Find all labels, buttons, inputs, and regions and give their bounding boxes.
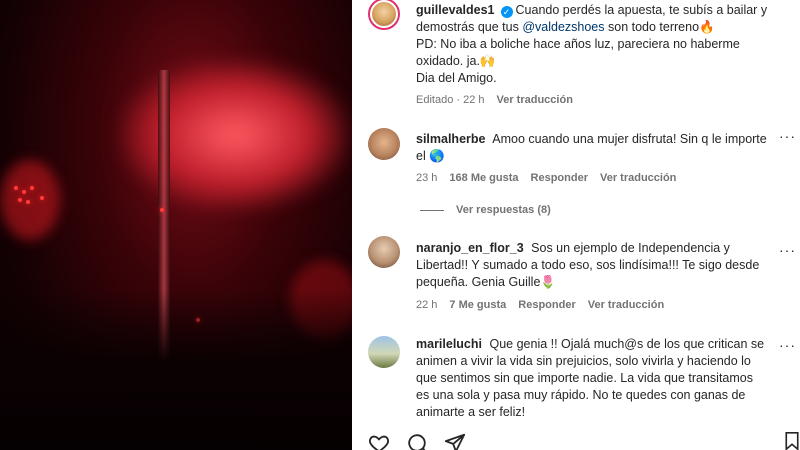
comment-meta: 23 h 168 Me gusta Responder Ver traducci… bbox=[416, 172, 676, 184]
stage-light-glow bbox=[0, 160, 60, 240]
mention-link[interactable]: @valdezshoes bbox=[522, 20, 604, 34]
likes-count[interactable]: 168 Me gusta bbox=[449, 172, 518, 184]
heart-icon[interactable] bbox=[368, 432, 390, 450]
post-meta: Editado · 22 h Ver traducción bbox=[416, 94, 573, 106]
likes-count[interactable]: 7 Me gusta bbox=[449, 299, 506, 311]
view-replies-button[interactable]: Ver respuestas (8) bbox=[420, 204, 551, 216]
comment-icon[interactable] bbox=[406, 432, 428, 450]
comment-item: marileluchi Que genia !! Ojalá much@s de… bbox=[416, 337, 765, 419]
commenter-avatar[interactable] bbox=[368, 336, 400, 368]
translate-link[interactable]: Ver traducción bbox=[588, 299, 664, 311]
comment-item: silmalherbe Amoo cuando una mujer disfru… bbox=[416, 132, 767, 163]
bookmark-icon[interactable] bbox=[784, 432, 800, 450]
share-icon[interactable] bbox=[444, 432, 466, 450]
reply-button[interactable]: Responder bbox=[531, 172, 588, 184]
author-username[interactable]: guillevaldes1 bbox=[416, 3, 495, 17]
more-options-icon[interactable]: ··· bbox=[779, 128, 796, 144]
post-actions bbox=[368, 432, 466, 450]
post-caption: guillevaldes1 ✓ Cuando perdés la apuesta, … bbox=[416, 3, 768, 85]
comment-username[interactable]: naranjo_en_flor_3 bbox=[416, 241, 524, 255]
commenter-avatar[interactable] bbox=[368, 128, 400, 160]
reply-button[interactable]: Responder bbox=[518, 299, 575, 311]
translate-link[interactable]: Ver traducción bbox=[600, 172, 676, 184]
post-media-image[interactable] bbox=[0, 0, 352, 450]
comment-time: 23 h bbox=[416, 172, 438, 184]
comment-username[interactable]: marileluchi bbox=[416, 337, 482, 351]
comment-time: 22 h bbox=[416, 299, 438, 311]
more-options-icon[interactable]: ··· bbox=[779, 242, 796, 258]
comment-username[interactable]: silmalherbe bbox=[416, 132, 485, 146]
more-options-icon[interactable]: ··· bbox=[779, 337, 796, 353]
crowd-silhouette bbox=[0, 290, 352, 450]
comment-item: naranjo_en_flor_3 Sos un ejemplo de Inde… bbox=[416, 241, 760, 289]
replies-divider bbox=[420, 209, 444, 211]
commenter-avatar[interactable] bbox=[368, 236, 400, 268]
comment-meta: 22 h 7 Me gusta Responder Ver traducción bbox=[416, 299, 664, 311]
dancer-figure bbox=[120, 60, 350, 210]
edited-timestamp: Editado · 22 h bbox=[416, 94, 485, 106]
translate-link[interactable]: Ver traducción bbox=[497, 94, 573, 106]
verified-badge-icon: ✓ bbox=[500, 6, 513, 18]
